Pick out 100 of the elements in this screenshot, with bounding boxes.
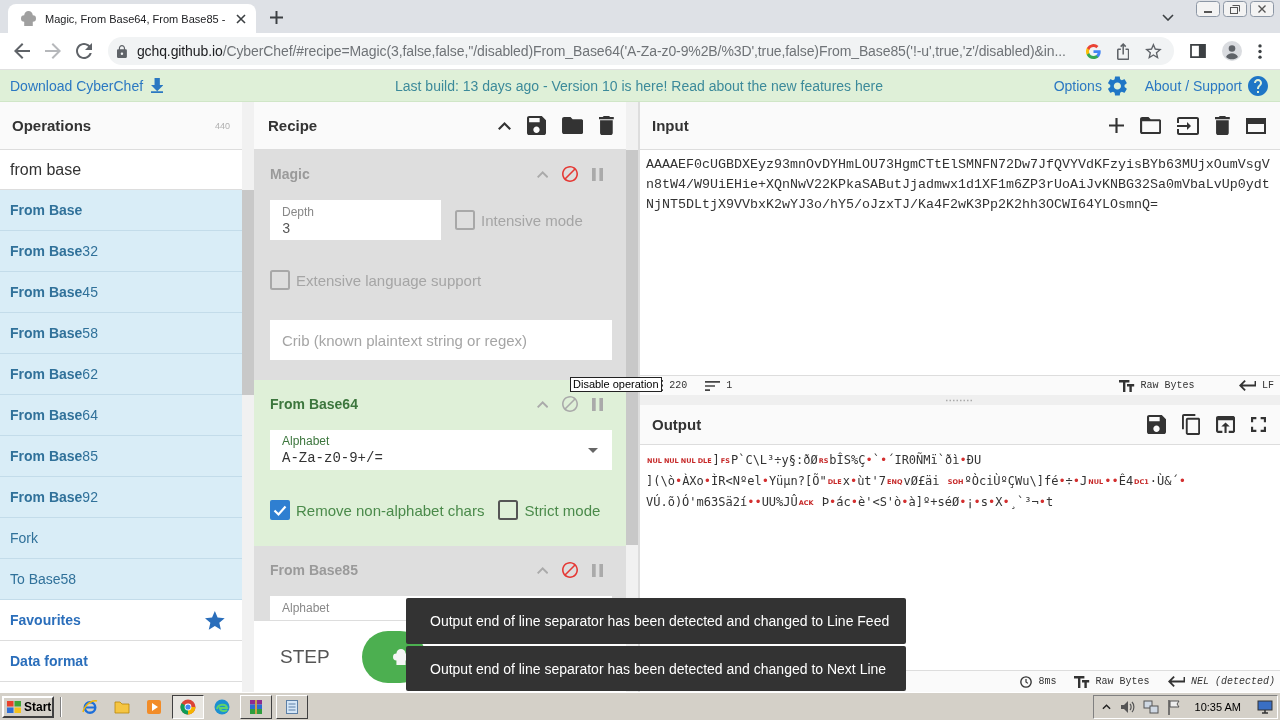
notification-toast: Output end of line separator has been detected and changed to Line Feed (406, 598, 906, 644)
close-icon[interactable] (236, 13, 246, 24)
panel-title: Input (652, 117, 689, 134)
new-tab-icon[interactable] (270, 11, 283, 24)
back-icon[interactable] (14, 43, 30, 59)
close-window-button[interactable] (1250, 1, 1274, 17)
field-value: A-Za-z0-9+/= (282, 450, 383, 466)
checkbox-label: Remove non-alphabet chars (296, 501, 485, 519)
bookmark-star-icon[interactable] (1145, 43, 1162, 59)
add-icon[interactable] (1108, 118, 1124, 133)
operation-item[interactable]: From Base45 (0, 272, 242, 313)
return-arrow-icon[interactable] (1167, 676, 1185, 687)
arrow-into-box-icon[interactable] (1177, 116, 1200, 135)
operation-item[interactable]: From Base85 (0, 436, 242, 477)
operation-item[interactable]: From Base64 (0, 395, 242, 436)
folder-icon[interactable] (1139, 117, 1162, 134)
folder-icon[interactable] (561, 117, 584, 134)
windows-flag-icon (7, 700, 21, 713)
notification-toast: Output end of line separator has been detected and changed to Next Line (406, 646, 906, 691)
scrollbar[interactable] (242, 102, 254, 692)
field-value: 3 (282, 221, 292, 237)
text-format-icon[interactable] (1119, 379, 1135, 392)
eol-label[interactable]: LF (1262, 380, 1274, 391)
field-label: Alphabet (282, 434, 331, 448)
resize-handle[interactable] (945, 398, 975, 402)
collapse-icon[interactable] (497, 121, 511, 130)
length-value: 220 (669, 380, 688, 391)
upload-box-icon[interactable] (1215, 416, 1235, 433)
download-link[interactable]: Download CyberChef (10, 77, 144, 94)
panel-title: Output (652, 416, 702, 433)
input-text[interactable]: AAAAEF0cUGBDXEyz93mnOvDYHmLOU73HgmCTtElSMNFN72Dw7JfQVYVdKFzyisBYb63MUjxOumVsgVn8tW4/W9UiEHie+XQnNwV22KPkaSAButJjadmwx1d1XF1m6ZP3rUoAiJvKNBG32Sa0mVbaLvUp0ydtNjNT5DLtjX9VVbxK2wYJ3o/hY5/oJzxTJ/Ka4F2wK3Pp2K2hh3OCWI64YLOsmnQ= (646, 155, 1274, 215)
monitor-icon[interactable] (1257, 699, 1273, 714)
options-link[interactable]: Options (1053, 77, 1102, 94)
restore-button[interactable] (1223, 1, 1247, 17)
text-format-icon[interactable] (1074, 675, 1090, 688)
field-label: Alphabet (282, 601, 331, 615)
operation-title: From Base85 (270, 562, 359, 578)
operation-title: Magic (270, 166, 311, 182)
chef-hat-icon (392, 648, 409, 665)
panel-title: Recipe (268, 117, 318, 134)
chevron-down-icon[interactable] (1162, 14, 1174, 21)
encoding-label[interactable]: Raw Bytes (1140, 380, 1195, 391)
trash-icon[interactable] (1215, 116, 1230, 135)
menu-icon[interactable] (1258, 43, 1262, 59)
operation-item[interactable]: From Base32 (0, 231, 242, 272)
checkbox[interactable] (498, 500, 519, 520)
star-icon (205, 610, 225, 630)
fullscreen-icon[interactable] (1251, 417, 1266, 432)
network-icon[interactable] (1142, 698, 1159, 715)
browser-icon[interactable] (172, 694, 204, 719)
timer-icon (1020, 675, 1033, 688)
chef-hat-icon (21, 11, 36, 26)
help-icon[interactable] (1248, 75, 1268, 96)
checkbox-label: Extensive language support (296, 271, 482, 289)
operation-title: From Base64 (270, 396, 359, 412)
save-icon[interactable] (1146, 415, 1166, 434)
flag-icon[interactable] (1166, 698, 1181, 715)
settings-icon[interactable] (1107, 75, 1127, 96)
taskbar-clock[interactable]: 10:35 AM (1194, 700, 1241, 713)
download-icon[interactable] (151, 78, 164, 93)
return-arrow-icon[interactable] (1238, 380, 1256, 391)
scrollbar-thumb[interactable] (242, 190, 254, 395)
operation-item[interactable]: From Base92 (0, 477, 242, 518)
save-icon[interactable] (526, 116, 546, 135)
bake-time: 8ms (1038, 676, 1057, 687)
operation-item[interactable]: To Base58 (0, 559, 242, 600)
field-label: Depth (282, 205, 316, 219)
start-button[interactable]: Start (2, 695, 54, 718)
google-g-icon[interactable] (1085, 43, 1101, 59)
lines-value: 1 (726, 380, 733, 391)
caret-up-icon[interactable] (1101, 703, 1111, 710)
notepad-icon[interactable] (276, 694, 308, 719)
trash-icon[interactable] (599, 116, 614, 135)
reload-icon[interactable] (76, 43, 92, 59)
operation-item[interactable]: From Base (0, 190, 242, 231)
archive-icon[interactable] (240, 694, 272, 719)
dropdown-field[interactable]: Alphabet A-Za-z0-9+/= (270, 430, 612, 470)
checkbox-label: Strict mode (524, 501, 601, 519)
step-button[interactable]: STEP (280, 645, 330, 668)
eol-label[interactable]: NEL (detected) (1191, 676, 1275, 687)
browser-tab[interactable]: Magic, From Base64, From Base85 - (8, 4, 256, 33)
encoding-label[interactable]: Raw Bytes (1095, 676, 1150, 687)
operation-count: 440 (214, 120, 230, 131)
release-notice-link[interactable]: Last build: 13 days ago - Version 10 is here! Read about the new features here (395, 77, 883, 94)
layout-icon[interactable] (1246, 117, 1266, 134)
panel-title: Operations (12, 117, 92, 134)
operation-item[interactable]: Fork (0, 518, 242, 559)
profile-icon[interactable] (1222, 41, 1242, 61)
copy-icon[interactable] (1181, 414, 1200, 435)
minimize-button[interactable] (1196, 1, 1220, 17)
checkbox-label: Intensive mode (481, 211, 583, 229)
about-link[interactable]: About / Support (1144, 77, 1242, 94)
lines-icon (705, 380, 721, 391)
operation-item[interactable]: From Base62 (0, 354, 242, 395)
checkbox[interactable] (270, 500, 290, 520)
tooltip: Disable operation (570, 377, 662, 392)
sidebar-icon[interactable] (1190, 44, 1206, 58)
operation-item[interactable]: From Base58 (0, 313, 242, 354)
share-icon[interactable] (1116, 42, 1130, 60)
address-bar[interactable]: gchq.github.io/CyberChef/#recipe=Magic(3,false,false,''/disabled)From_Base64('A-Za-z0-9%2B/%3D',true,false)From_Base85('!-u',true,'z'/disabled)&in... (108, 37, 1174, 65)
